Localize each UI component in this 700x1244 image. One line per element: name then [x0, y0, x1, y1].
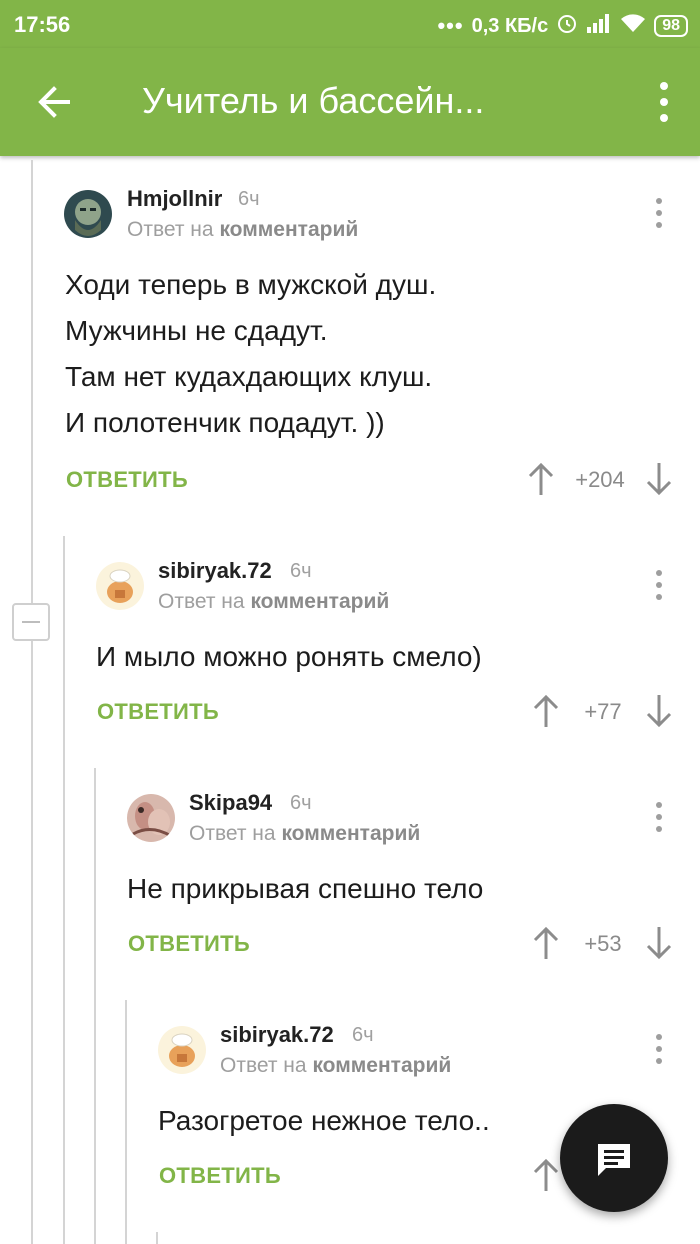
upvote-arrow-icon[interactable] [528, 462, 554, 496]
avatar[interactable] [64, 190, 112, 238]
comment-line: Не прикрывая спешно тело [127, 873, 484, 904]
thread-line-level-3 [94, 768, 96, 1244]
reply-button[interactable]: ОТВЕТИТЬ [97, 699, 219, 725]
reply-target: комментарий [281, 822, 421, 845]
downvote-arrow-icon[interactable] [646, 926, 672, 960]
comment-line: И мыло можно ронять смело) [96, 641, 482, 672]
comment-text: Ходи теперь в мужской душ. Мужчины не сд… [65, 262, 436, 446]
comment-age: 6ч [290, 560, 312, 582]
battery-indicator: 98 [654, 15, 688, 37]
status-bar: 17:56 ••• 0,3 КБ/с 98 [0, 0, 700, 48]
collapse-thread-button[interactable] [12, 603, 50, 641]
comment-author[interactable]: sibiryak.72 [158, 558, 272, 584]
thread-line-level-4 [125, 1000, 127, 1244]
comment-author[interactable]: Skipa94 [189, 790, 272, 816]
comment-age: 6ч [352, 1024, 374, 1046]
reply-prefix: Ответ на [127, 218, 214, 241]
reply-target: комментарий [219, 218, 359, 241]
comment-text: Разогретое нежное тело.. [158, 1098, 490, 1144]
thread-line-level-5 [156, 1232, 158, 1244]
comment-author[interactable]: sibiryak.72 [220, 1022, 334, 1048]
comment-text: И мыло можно ронять смело) [96, 634, 482, 680]
reply-to-label[interactable]: Ответ на комментарий [220, 1054, 451, 1078]
comment-menu-icon[interactable] [652, 1032, 666, 1066]
alarm-icon [556, 12, 578, 40]
comment-line: Там нет кудахдающих клуш. [65, 361, 433, 392]
reply-button[interactable]: ОТВЕТИТЬ [128, 931, 250, 957]
upvote-arrow-icon[interactable] [533, 1158, 559, 1192]
reply-button[interactable]: ОТВЕТИТЬ [66, 467, 188, 493]
reply-to-label[interactable]: Ответ на комментарий [158, 590, 389, 614]
status-icons: ••• 0,3 КБ/с 98 [437, 12, 688, 40]
comment-score: +204 [575, 467, 625, 492]
comment-score: +77 [584, 699, 622, 724]
upvote-arrow-icon[interactable] [533, 694, 559, 728]
comment-line: Разогретое нежное тело.. [158, 1105, 490, 1136]
network-speed: 0,3 КБ/с [471, 14, 549, 37]
status-time: 17:56 [14, 12, 71, 37]
comment-menu-icon[interactable] [652, 800, 666, 834]
thread-line-level-1 [31, 160, 33, 1244]
reply-target: комментарий [250, 590, 390, 613]
reply-prefix: Ответ на [189, 822, 276, 845]
signal-icon [586, 13, 612, 39]
reply-button[interactable]: ОТВЕТИТЬ [159, 1163, 281, 1189]
comment-age: 6ч [290, 792, 312, 814]
reply-to-label[interactable]: Ответ на комментарий [127, 218, 358, 242]
downvote-arrow-icon[interactable] [646, 462, 672, 496]
back-arrow-icon[interactable] [34, 82, 74, 122]
reply-prefix: Ответ на [158, 590, 245, 613]
wifi-icon [620, 13, 646, 39]
comment-menu-icon[interactable] [652, 196, 666, 230]
comment-author[interactable]: Hmjollnir [127, 186, 222, 212]
avatar[interactable] [158, 1026, 206, 1074]
page-title: Учитель и бассейн... [142, 80, 485, 121]
avatar[interactable] [96, 562, 144, 610]
comment-line: Мужчины не сдадут. [65, 315, 328, 346]
app-bar: Учитель и бассейн... [0, 48, 700, 156]
reply-target: комментарий [312, 1054, 452, 1077]
reply-to-label[interactable]: Ответ на комментарий [189, 822, 420, 846]
overflow-menu-icon[interactable] [656, 80, 672, 124]
comment-line: И полотенчик подадут. )) [65, 407, 385, 438]
comment-line: Ходи теперь в мужской душ. [65, 269, 437, 300]
reply-prefix: Ответ на [220, 1054, 307, 1077]
new-comment-fab-button[interactable] [560, 1104, 668, 1212]
avatar[interactable] [127, 794, 175, 842]
comment-score: +53 [584, 931, 622, 956]
downvote-arrow-icon[interactable] [646, 694, 672, 728]
comment-menu-icon[interactable] [652, 568, 666, 602]
comment-age: 6ч [238, 188, 260, 210]
more-notifications-icon: ••• [437, 13, 464, 38]
comment-icon [598, 1144, 630, 1176]
thread-line-level-2 [63, 536, 65, 1244]
comment-text: Не прикрывая спешно тело [127, 866, 483, 912]
upvote-arrow-icon[interactable] [533, 926, 559, 960]
